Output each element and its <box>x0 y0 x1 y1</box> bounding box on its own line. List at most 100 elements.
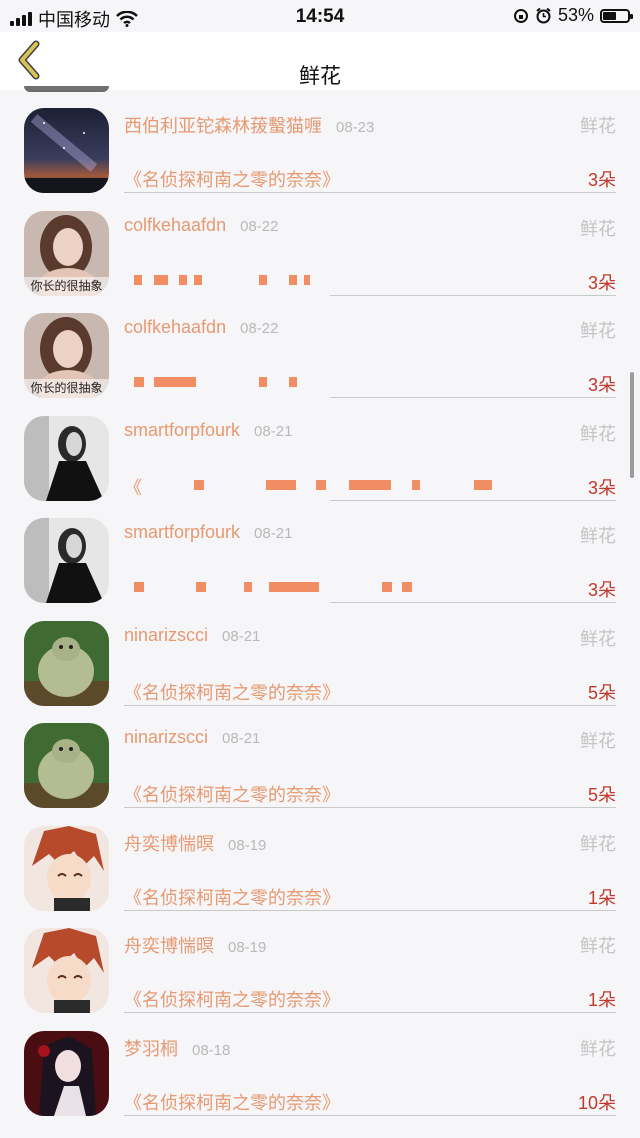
gift-date: 08-21 <box>254 525 293 542</box>
mosaic-block <box>134 582 144 592</box>
sender-name-text: colfkehaafdn <box>124 317 227 337</box>
book-title[interactable]: 《名侦探柯南之零的奈奈》 <box>124 986 340 1012</box>
sender-name[interactable]: smartforpfourk 08-21 <box>124 420 292 441</box>
sender-name-text: ninarizscci <box>124 624 209 645</box>
sender-name-text: smartforpfourk <box>124 522 241 542</box>
mosaic-block <box>316 479 326 490</box>
gift-type: 鲜花 <box>580 116 616 136</box>
list-item[interactable]: ninarizscci 08-21 鲜花《名侦探柯南之零的奈奈》 5朵 <box>0 705 640 808</box>
girl-avatar[interactable]: 你长的很抽象 <box>24 313 109 398</box>
status-right: 53% <box>513 5 633 26</box>
sender-name[interactable]: ninarizscci 08-21 <box>124 727 260 748</box>
flower-count: 3朵 <box>587 580 616 600</box>
mosaic-block <box>259 274 267 285</box>
sender-name-text: 西伯利亚铊森林菝蟿猫喱 <box>124 116 322 136</box>
girl-avatar[interactable]: 你长的很抽象 <box>24 210 109 296</box>
list-item[interactable]: smartforpfourk 08-21 鲜花 3朵 <box>0 500 640 603</box>
sender-name-text: smartforpfourk <box>124 419 241 440</box>
list-item[interactable]: 西伯利亚铊森林菝蟿猫喱 08-23 鲜花《名侦探柯南之零的奈奈》 3朵 <box>0 90 640 193</box>
flower-count: 3朵 <box>587 477 616 498</box>
gift-type: 鲜花 <box>580 1038 616 1059</box>
mosaic-block <box>289 274 297 285</box>
flower-count: 3朵 <box>587 170 616 190</box>
flower-count: 5朵 <box>587 785 616 805</box>
sender-name-text: 梦羽桐 <box>124 1038 178 1059</box>
mosaic-block <box>196 582 206 592</box>
woman-bw-avatar[interactable] <box>24 415 109 501</box>
mosaic-block <box>349 479 391 490</box>
alarm-icon <box>536 7 551 24</box>
mosaic-block <box>304 274 310 285</box>
list-item[interactable]: 舟奕博惴暝 08-19 鲜花 《名侦探柯南之零的奈奈》 1朵 <box>0 910 640 1013</box>
list-item[interactable]: 你长的很抽象 colfkehaafdn 08-22 鲜花 3朵 <box>0 295 640 398</box>
anime-boy-avatar[interactable] <box>24 928 109 1013</box>
gift-type: 鲜花 <box>580 936 616 956</box>
anime-girl-avatar[interactable] <box>24 1030 109 1116</box>
mosaic-block <box>402 582 412 592</box>
sender-name[interactable]: 舟奕博惴暝 08-19 <box>124 932 266 958</box>
book-title[interactable]: 《名侦探柯南之零的奈奈》 <box>124 1089 340 1115</box>
gift-type: 鲜花 <box>580 628 616 649</box>
ogre-avatar[interactable] <box>24 723 109 808</box>
battery-icon <box>600 8 633 23</box>
sender-name-text: colfkehaafdn <box>124 214 227 235</box>
book-title[interactable]: 《名侦探柯南之零的奈奈》 <box>124 781 340 807</box>
row-divider <box>124 1114 616 1116</box>
flower-count: 3朵 <box>587 272 616 293</box>
sender-name[interactable]: smartforpfourk 08-21 <box>124 522 292 543</box>
woman-bw-avatar[interactable] <box>24 518 109 603</box>
list-item[interactable]: ninarizscci 08-21 鲜花 《名侦探柯南之零的奈奈》 5朵 <box>0 603 640 706</box>
mosaic-block <box>266 479 296 490</box>
sender-name[interactable]: colfkehaafdn 08-22 <box>124 317 278 338</box>
gift-date: 08-22 <box>240 217 279 235</box>
gift-date: 08-21 <box>222 730 261 747</box>
sender-name-text: 舟奕博惴暝 <box>124 936 214 956</box>
anime-boy-avatar[interactable] <box>24 825 109 911</box>
list-item[interactable]: smartforpfourk 08-21 鲜花《 3朵 <box>0 398 640 501</box>
sender-name[interactable]: 梦羽桐 08-18 <box>124 1035 230 1061</box>
status-bar: 中国移动 14:54 53% <box>0 0 640 32</box>
gift-date: 08-22 <box>240 320 279 337</box>
list-item[interactable]: 梦羽桐 08-18 鲜花《名侦探柯南之零的奈奈》 10朵 <box>0 1013 640 1116</box>
sender-name-text: ninarizscci <box>124 727 209 747</box>
flower-count: 10朵 <box>577 1092 616 1113</box>
mosaic-block <box>134 377 144 387</box>
sender-name[interactable]: ninarizscci 08-21 <box>124 625 260 646</box>
mosaic-redaction <box>124 271 424 291</box>
mosaic-block <box>382 582 392 592</box>
list-item[interactable]: 舟奕博惴暝 08-19 鲜花《名侦探柯南之零的奈奈》 1朵 <box>0 808 640 911</box>
gift-type: 鲜花 <box>580 321 616 341</box>
sender-name[interactable]: 西伯利亚铊森林菝蟿猫喱 08-23 <box>124 112 374 138</box>
battery-level <box>603 11 616 20</box>
gift-date: 08-19 <box>228 939 267 956</box>
sender-name-text: 舟奕博惴暝 <box>124 833 214 854</box>
gift-type: 鲜花 <box>580 833 616 854</box>
gift-date: 08-18 <box>192 1041 231 1059</box>
mosaic-redaction <box>124 476 492 496</box>
sender-name[interactable]: 舟奕博惴暝 08-19 <box>124 830 266 856</box>
mosaic-block <box>134 274 142 285</box>
mosaic-block <box>194 479 204 490</box>
mosaic-redaction <box>124 373 424 393</box>
ogre-avatar[interactable] <box>24 620 109 706</box>
nav-bar: 鲜花 <box>0 32 640 90</box>
mosaic-block <box>154 377 196 387</box>
scrollbar[interactable] <box>630 372 634 478</box>
mosaic-block <box>269 582 319 592</box>
sender-name[interactable]: colfkehaafdn 08-22 <box>124 215 278 236</box>
gift-type: 鲜花 <box>580 526 616 546</box>
book-title[interactable]: 《名侦探柯南之零的奈奈》 <box>124 679 340 705</box>
mosaic-block <box>179 274 187 285</box>
book-title[interactable]: 《名侦探柯南之零的奈奈》 <box>124 884 340 910</box>
gift-date: 08-23 <box>336 119 375 136</box>
rotation-lock-icon <box>513 8 528 23</box>
list-item[interactable]: 你长的很抽象 colfkehaafdn 08-22 鲜花 3朵 <box>0 193 640 296</box>
avatar-caption: 你长的很抽象 <box>30 278 103 293</box>
mosaic-block <box>289 377 297 387</box>
mosaic-block <box>474 479 492 490</box>
gift-type: 鲜花 <box>580 731 616 751</box>
starry-sky-avatar[interactable] <box>24 108 109 193</box>
book-title[interactable]: 《名侦探柯南之零的奈奈》 <box>124 166 340 192</box>
mosaic-block <box>244 582 252 592</box>
flower-count: 1朵 <box>587 887 616 908</box>
